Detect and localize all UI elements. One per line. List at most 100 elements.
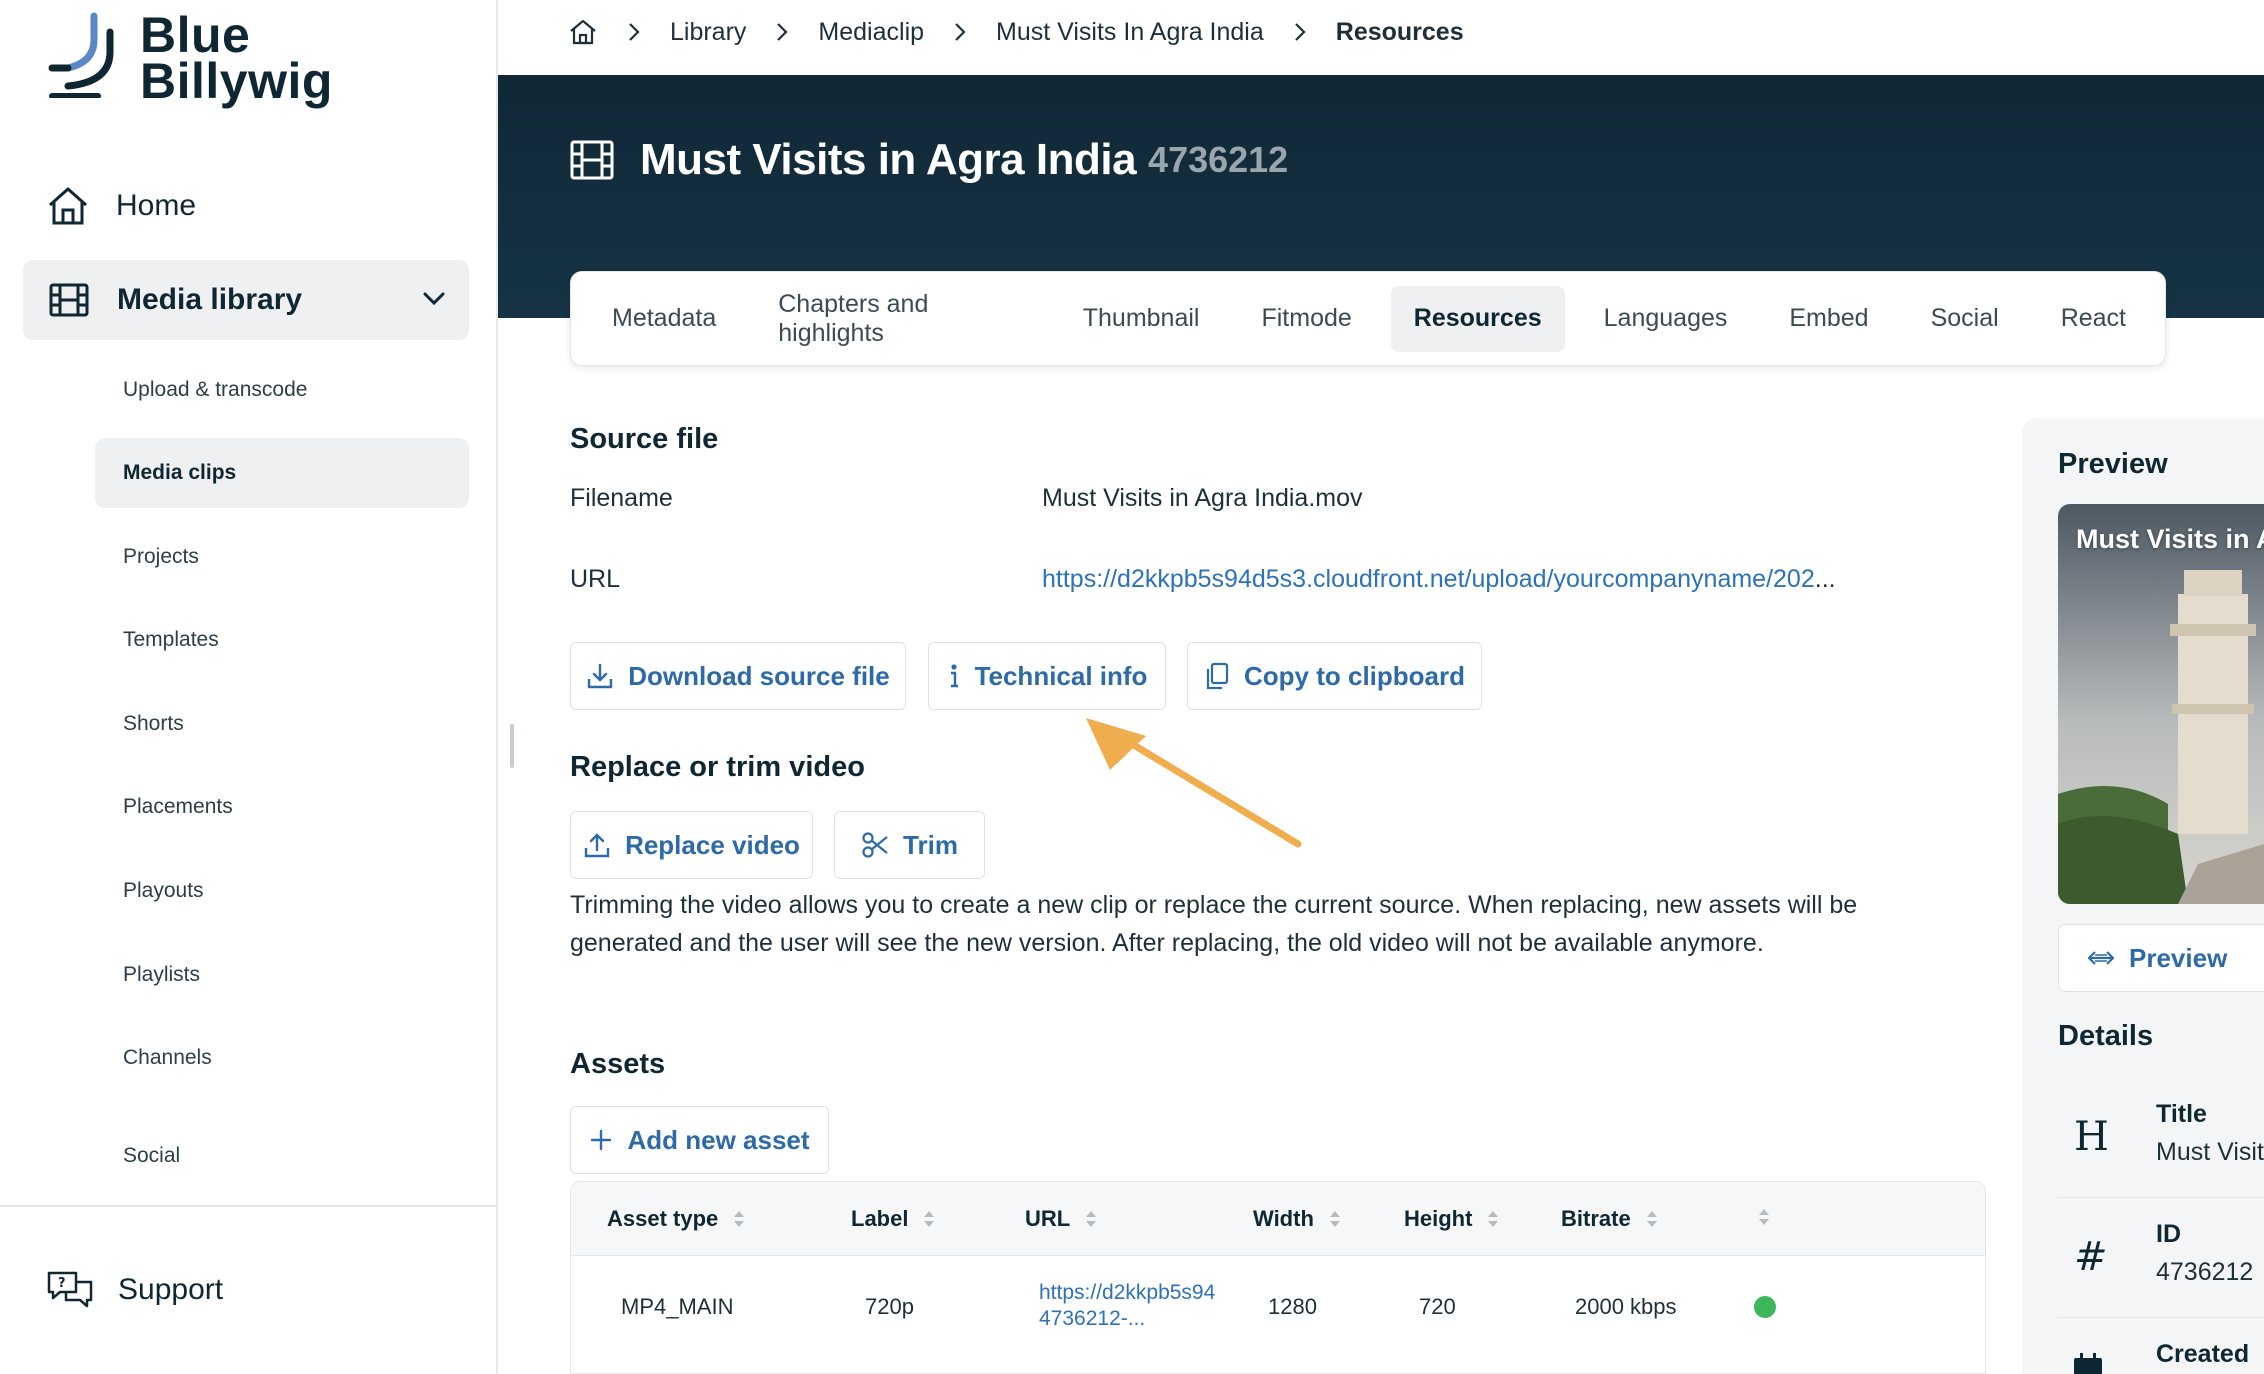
nav-support[interactable]: ? Support: [46, 1270, 223, 1310]
breadcrumb: Library Mediaclip Must Visits In Agra In…: [568, 12, 1464, 52]
nav-home[interactable]: Home: [46, 176, 196, 236]
filename-label: Filename: [570, 484, 673, 512]
col-asset-type[interactable]: Asset type: [607, 1206, 746, 1232]
breadcrumb-library[interactable]: Library: [670, 18, 746, 47]
source-file-heading: Source file: [570, 423, 719, 455]
sidebar-item-media-clips[interactable]: Media clips: [95, 438, 469, 508]
col-status[interactable]: [1757, 1206, 1771, 1228]
chevron-right-icon: [1292, 21, 1308, 43]
sort-icon: [734, 1211, 745, 1227]
col-width[interactable]: Width: [1253, 1206, 1342, 1232]
cell-width: 1280: [1268, 1294, 1317, 1319]
preview-thumbnail[interactable]: Must Visits in A: [2058, 504, 2264, 904]
tab-resources[interactable]: Resources: [1390, 285, 1565, 352]
film-icon: [570, 140, 614, 180]
sort-icon: [1329, 1211, 1340, 1227]
detail-title-key: Title: [2156, 1100, 2207, 1128]
cell-height: 720: [1419, 1294, 1456, 1319]
right-panel: Preview Must Visits in A Preview Details…: [2022, 418, 2264, 1374]
sidebar: Blue Billywig Home Media library Upload …: [0, 0, 498, 1374]
col-url[interactable]: URL: [1025, 1206, 1098, 1232]
scissors-icon: [862, 832, 888, 858]
nav-media-library-label: Media library: [117, 283, 303, 316]
tab-embed[interactable]: Embed: [1766, 286, 1891, 352]
copy-icon: [1206, 662, 1229, 690]
col-bitrate[interactable]: Bitrate: [1561, 1206, 1659, 1232]
breadcrumb-clip[interactable]: Must Visits In Agra India: [996, 18, 1264, 47]
assets-table: Asset type Label URL Width Height Bitrat…: [570, 1181, 1986, 1374]
trim-label: Trim: [903, 829, 958, 860]
replace-heading: Replace or trim video: [570, 751, 865, 783]
replace-video-label: Replace video: [625, 829, 800, 860]
breadcrumb-home-icon[interactable]: [568, 18, 598, 46]
download-source-button[interactable]: Download source file: [570, 642, 906, 710]
tab-social[interactable]: Social: [1908, 286, 2022, 352]
technical-info-button[interactable]: Technical info: [928, 642, 1166, 710]
preview-button[interactable]: Preview: [2058, 924, 2264, 992]
sidebar-item-playlists[interactable]: Playlists: [95, 940, 469, 1010]
detail-created-key: Created: [2156, 1340, 2250, 1368]
tab-chapters[interactable]: Chapters and highlights: [755, 286, 1043, 352]
tab-react[interactable]: React: [2038, 286, 2149, 352]
col-url-label: URL: [1025, 1206, 1071, 1231]
hash-icon: #: [2074, 1234, 2108, 1280]
brand-logo[interactable]: Blue Billywig: [48, 7, 333, 109]
details-heading: Details: [2058, 1020, 2154, 1052]
col-height[interactable]: Height: [1404, 1206, 1500, 1232]
col-asset-type-label: Asset type: [607, 1206, 719, 1231]
nav-home-label: Home: [116, 189, 197, 222]
copy-clipboard-label: Copy to clipboard: [1244, 660, 1465, 691]
support-chat-icon: ?: [47, 1271, 93, 1308]
add-asset-button[interactable]: Add new asset: [570, 1106, 829, 1174]
sidebar-resize-handle[interactable]: [510, 724, 514, 768]
preview-image: [2058, 504, 2264, 904]
cell-bitrate: 2000 kbps: [1575, 1294, 1677, 1319]
col-label[interactable]: Label: [851, 1206, 936, 1232]
detail-id-value[interactable]: 4736212: [2156, 1258, 2253, 1287]
brand-line1: Blue: [140, 7, 251, 63]
cell-url-line1: https://d2kkpb5s94: [1039, 1281, 1216, 1304]
preview-caption: Must Visits in A: [2076, 524, 2264, 554]
calendar-icon: [2074, 1353, 2102, 1374]
source-url-link[interactable]: https://d2kkpb5s94d5s3.cloudfront.net/up…: [1042, 565, 1815, 593]
replace-video-button[interactable]: Replace video: [570, 811, 813, 879]
copy-clipboard-button[interactable]: Copy to clipboard: [1187, 642, 1482, 710]
sidebar-item-shorts[interactable]: Shorts: [95, 689, 469, 759]
sidebar-item-upload[interactable]: Upload & transcode: [95, 355, 469, 425]
chevron-right-icon: [626, 21, 642, 43]
nav-media-library[interactable]: Media library: [23, 260, 469, 340]
sidebar-item-channels[interactable]: Channels: [95, 1023, 469, 1093]
tab-metadata[interactable]: Metadata: [589, 286, 739, 352]
sidebar-item-projects[interactable]: Projects: [95, 522, 469, 592]
page-title-id: 4736212: [1148, 139, 1289, 180]
sort-icon: [1086, 1211, 1097, 1227]
cell-label: 720p: [865, 1294, 914, 1319]
chevron-down-icon[interactable]: [421, 286, 447, 312]
table-row[interactable]: MP4_MAIN 720p https://d2kkpb5s94 4736212…: [571, 1256, 1985, 1373]
sort-icon: [1488, 1211, 1499, 1227]
url-value: https://d2kkpb5s94d5s3.cloudfront.net/up…: [1042, 565, 1836, 594]
page-title-text: Must Visits in Agra India: [640, 135, 1137, 184]
tab-thumbnail[interactable]: Thumbnail: [1060, 286, 1223, 352]
tab-bar: Metadata Chapters and highlights Thumbna…: [570, 271, 2166, 366]
assets-heading: Assets: [570, 1048, 666, 1080]
sidebar-item-placements[interactable]: Placements: [95, 772, 469, 842]
upload-icon: [584, 833, 610, 858]
detail-title-value: Must Visits: [2156, 1138, 2264, 1166]
film-icon: [49, 283, 89, 317]
sidebar-item-playouts[interactable]: Playouts: [95, 856, 469, 926]
sidebar-item-templates[interactable]: Templates: [95, 605, 469, 675]
tab-fitmode[interactable]: Fitmode: [1238, 286, 1374, 352]
trim-button[interactable]: Trim: [834, 811, 985, 879]
heading-icon: H: [2074, 1114, 2109, 1160]
brand-line2: Billywig: [140, 53, 333, 109]
col-width-label: Width: [1253, 1206, 1314, 1231]
tab-languages[interactable]: Languages: [1581, 286, 1751, 352]
sidebar-item-social[interactable]: Social: [95, 1121, 469, 1191]
detail-id: # ID 4736212: [2058, 1198, 2264, 1318]
col-label-label: Label: [851, 1206, 909, 1231]
filename-value: Must Visits in Agra India.mov: [1042, 484, 1363, 512]
cell-url[interactable]: https://d2kkpb5s94 4736212-...: [1039, 1280, 1215, 1332]
breadcrumb-mediaclip[interactable]: Mediaclip: [818, 18, 924, 47]
svg-text:?: ?: [58, 1276, 66, 1291]
